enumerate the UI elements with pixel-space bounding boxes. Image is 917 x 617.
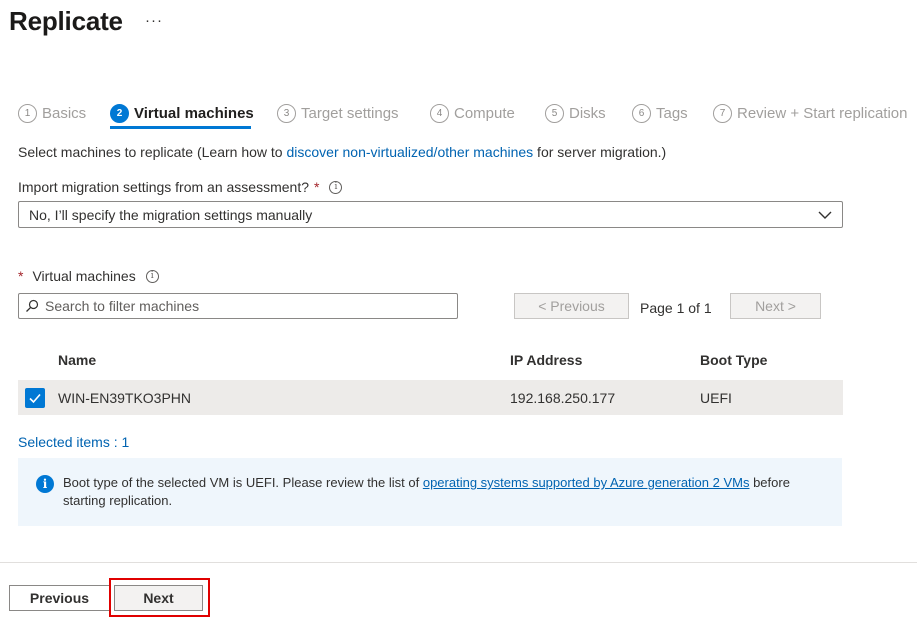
discover-machines-link[interactable]: discover non-virtualized/other machines [286,144,533,160]
step-number-7: 7 [713,103,732,123]
tab-basics[interactable]: 1 Basics [18,98,86,128]
active-tab-underline [110,126,251,129]
row-checkbox[interactable] [25,388,45,408]
required-marker: * [314,179,320,195]
tab-virtual-machines[interactable]: 2 Virtual machines [110,98,254,128]
step-number-1: 1 [18,103,37,123]
selected-items-count[interactable]: Selected items : 1 [18,434,129,450]
tab-disks[interactable]: 5 Disks [545,98,606,128]
virtual-machines-label-text: Virtual machines [32,268,136,284]
tab-target-settings[interactable]: 3 Target settings [277,98,399,128]
intro-suffix: for server migration.) [533,144,667,160]
info-banner-prefix: Boot type of the selected VM is UEFI. Pl… [63,475,423,490]
step-number-4: 4 [430,103,449,123]
cell-name: WIN-EN39TKO3PHN [58,390,192,406]
tab-basics-label: Basics [42,104,87,122]
virtual-machines-label: * Virtual machines i [18,268,159,284]
intro-prefix: Select machines to replicate (Learn how … [18,144,287,160]
info-icon: i [36,475,54,493]
import-settings-dropdown[interactable]: No, I’ll specify the migration settings … [18,201,843,228]
cell-ip-address: 192.168.250.177 [510,390,616,406]
tab-review-label: Review + Start replication [737,104,908,122]
more-icon[interactable]: ··· [145,12,163,29]
search-input[interactable] [45,298,445,314]
import-settings-selected-value: No, I’ll specify the migration settings … [29,206,313,223]
cell-boot-type: UEFI [700,390,732,406]
tab-tags[interactable]: 6 Tags [632,98,688,128]
checkmark-icon [29,393,41,404]
required-marker: * [18,268,24,284]
step-number-2: 2 [110,103,129,123]
import-settings-label-text: Import migration settings from an assess… [18,179,310,195]
column-header-ip-address[interactable]: IP Address [510,352,582,368]
info-icon[interactable]: i [329,180,343,194]
page-title: Replicate [9,6,123,36]
tab-tags-label: Tags [656,104,688,122]
info-icon[interactable]: i [145,269,159,283]
column-header-name[interactable]: Name [58,352,96,368]
tab-review-start-replication[interactable]: 7 Review + Start replication [713,98,908,128]
tab-disks-label: Disks [569,104,606,122]
column-header-boot-type[interactable]: Boot Type [700,352,767,368]
step-number-6: 6 [632,103,651,123]
supported-os-link[interactable]: operating systems supported by Azure gen… [423,475,750,490]
chevron-down-icon [818,211,832,219]
next-button[interactable]: Next [114,585,203,611]
import-settings-label: Import migration settings from an assess… [18,179,343,195]
tab-compute-label: Compute [454,104,515,122]
footer-divider [0,562,917,563]
info-banner-text: Boot type of the selected VM is UEFI. Pl… [63,474,823,510]
page-info: Page 1 of 1 [640,300,712,316]
search-box[interactable] [18,293,458,319]
tab-target-settings-label: Target settings [301,104,399,122]
previous-button[interactable]: Previous [9,585,110,611]
tab-virtual-machines-label: Virtual machines [134,104,254,122]
tab-compute[interactable]: 4 Compute [430,98,515,128]
step-number-3: 3 [277,103,296,123]
search-icon [26,299,39,312]
intro-text: Select machines to replicate (Learn how … [18,144,666,160]
pager-next-button[interactable]: Next > [730,293,821,319]
pager-previous-button[interactable]: < Previous [514,293,629,319]
step-number-5: 5 [545,103,564,123]
